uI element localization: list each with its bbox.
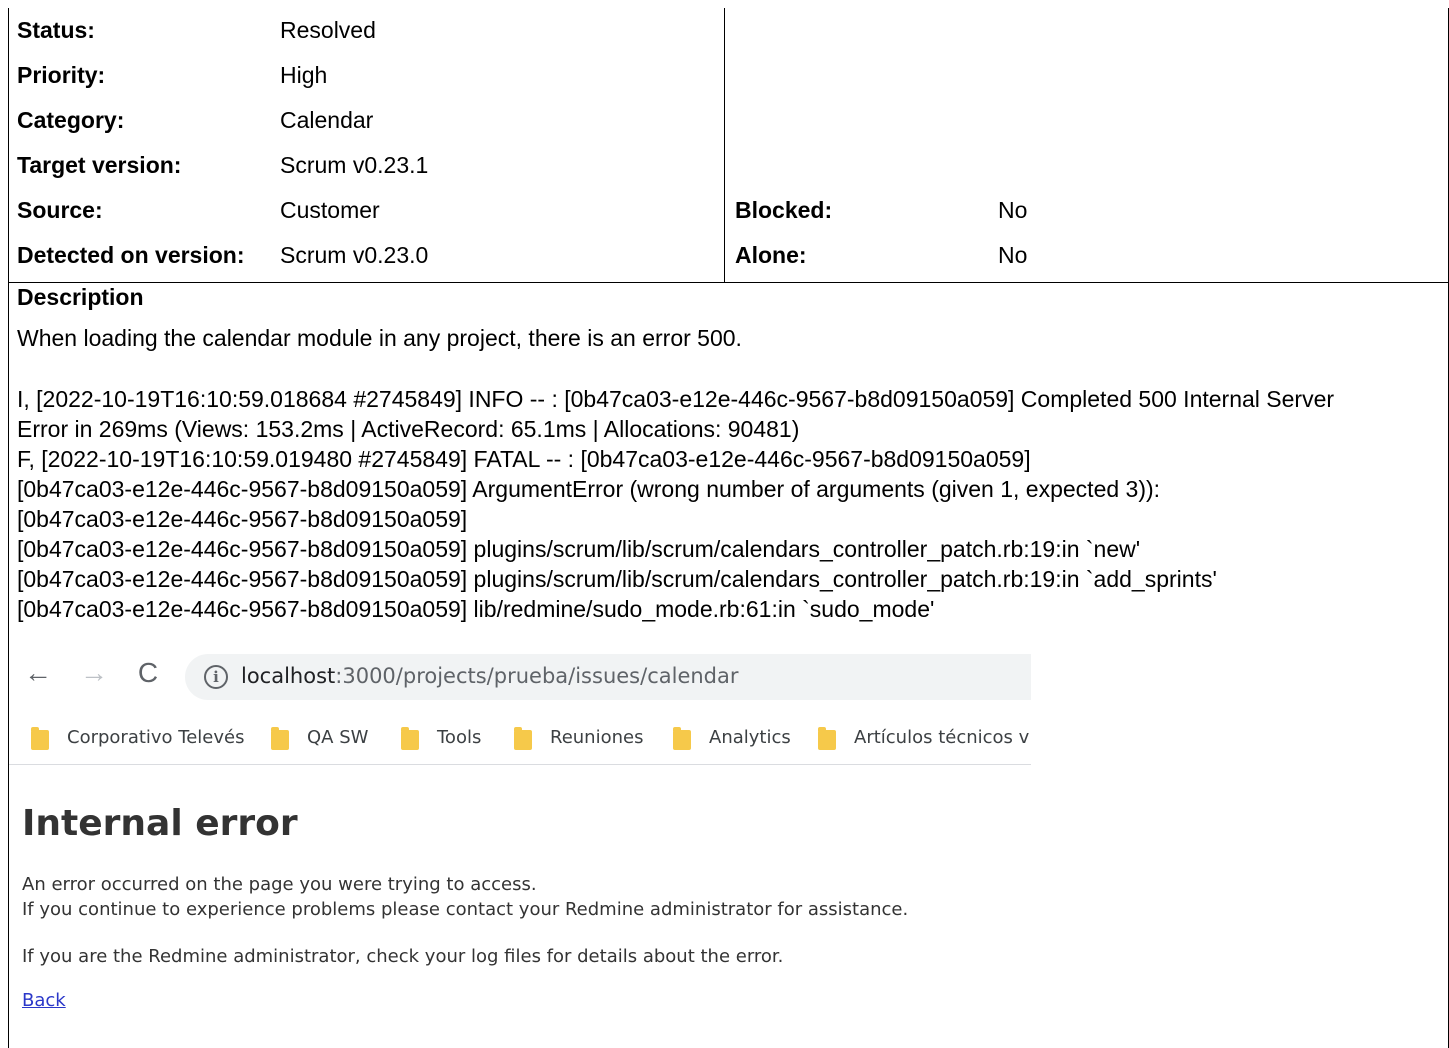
bookmarks-bar: Corporativo Televés QA SW Tools Reunione…: [9, 718, 1031, 765]
attribute-label: Category:: [17, 107, 125, 133]
attribute-value: Scrum v0.23.0: [280, 242, 429, 268]
attribute-category: Category: Calendar: [9, 98, 724, 143]
log-line: [0b47ca03-e12e-446c-9567-b8d09150a059] A…: [17, 476, 1161, 502]
attributes-left-column: Status: Resolved Priority: High Category…: [9, 8, 725, 283]
attribute-label: Status:: [17, 17, 95, 43]
forward-arrow-icon: →: [80, 657, 108, 688]
folder-icon: [514, 727, 532, 750]
attribute-status: Status: Resolved: [9, 8, 724, 53]
bookmark-folder: Artículos técnicos v: [818, 725, 1031, 757]
error-message-line: An error occurred on the page you were t…: [22, 874, 537, 895]
error-message-line: If you continue to experience problems p…: [22, 899, 909, 920]
bookmark-label: Reuniones: [550, 727, 644, 748]
log-line: [0b47ca03-e12e-446c-9567-b8d09150a059] p…: [17, 566, 1217, 592]
bookmark-label: Corporativo Televés: [67, 727, 245, 748]
attribute-value: No: [998, 197, 1028, 223]
error-page-title: Internal error: [22, 803, 298, 844]
attribute-blocked: Blocked: No: [725, 188, 1449, 233]
issue-details: Status: Resolved Priority: High Category…: [8, 8, 1449, 1048]
back-link: Back: [22, 990, 66, 1011]
description-intro: When loading the calendar module in any …: [17, 325, 742, 351]
log-line: [0b47ca03-e12e-446c-9567-b8d09150a059] l…: [17, 596, 935, 622]
attribute-label: Detected on version:: [17, 242, 245, 268]
folder-icon: [31, 727, 49, 750]
reload-icon: C: [137, 657, 159, 688]
attributes-right-column: Blocked: No Alone: No: [725, 8, 1449, 283]
url-path: :3000/projects/prueba/issues/calendar: [335, 664, 739, 688]
attribute-label: Target version:: [17, 152, 182, 178]
bookmark-label: QA SW: [307, 727, 369, 748]
info-icon: i: [204, 665, 228, 689]
attribute-alone: Alone: No: [725, 233, 1449, 278]
bookmark-label: Artículos técnicos v: [854, 727, 1030, 748]
folder-icon: [818, 727, 836, 750]
log-line: Error in 269ms (Views: 153.2ms | ActiveR…: [17, 416, 800, 442]
attribute-detected-on-version: Detected on version: Scrum v0.23.0: [9, 233, 724, 278]
back-arrow-icon: ←: [24, 657, 52, 688]
attribute-label: Blocked:: [735, 197, 833, 223]
attribute-target-version: Target version: Scrum v0.23.1: [9, 143, 724, 188]
folder-icon: [271, 727, 289, 750]
log-line: [0b47ca03-e12e-446c-9567-b8d09150a059]: [17, 506, 468, 532]
attribute-value: Scrum v0.23.1: [280, 152, 429, 178]
issue-attributes: Status: Resolved Priority: High Category…: [9, 8, 1449, 283]
attribute-source: Source: Customer: [9, 188, 724, 233]
attribute-value: Calendar: [280, 107, 374, 133]
log-line: [0b47ca03-e12e-446c-9567-b8d09150a059] p…: [17, 536, 1141, 562]
attribute-label: Source:: [17, 197, 103, 223]
url-box: i localhost:3000/projects/prueba/issues/…: [185, 654, 1031, 700]
attribute-value: Customer: [280, 197, 380, 223]
attribute-label: Alone:: [735, 242, 807, 268]
url-host: localhost: [241, 664, 336, 688]
folder-icon: [673, 727, 691, 750]
browser-address-bar: ← → C i localhost:3000/projects/prueba/i…: [9, 648, 1031, 708]
attribute-priority: Priority: High: [9, 53, 724, 98]
error-message-line: If you are the Redmine administrator, ch…: [22, 946, 784, 967]
log-line: I, [2022-10-19T16:10:59.018684 #2745849]…: [17, 386, 1335, 412]
attribute-value: No: [998, 242, 1028, 268]
folder-icon: [401, 727, 419, 750]
url-text: localhost:3000/projects/prueba/issues/ca…: [241, 664, 739, 688]
error-log: I, [2022-10-19T16:10:59.018684 #2745849]…: [17, 384, 1437, 624]
attribute-label: Priority:: [17, 62, 106, 88]
attribute-value: Resolved: [280, 17, 376, 43]
bookmark-label: Analytics: [709, 727, 791, 748]
log-line: F, [2022-10-19T16:10:59.019480 #2745849]…: [17, 446, 1031, 472]
embedded-screenshot: ← → C i localhost:3000/projects/prueba/i…: [9, 648, 1031, 1048]
divider: [9, 282, 1449, 283]
bookmark-label: Tools: [437, 727, 482, 748]
description-heading: Description: [17, 284, 144, 310]
attribute-value: High: [280, 62, 328, 88]
